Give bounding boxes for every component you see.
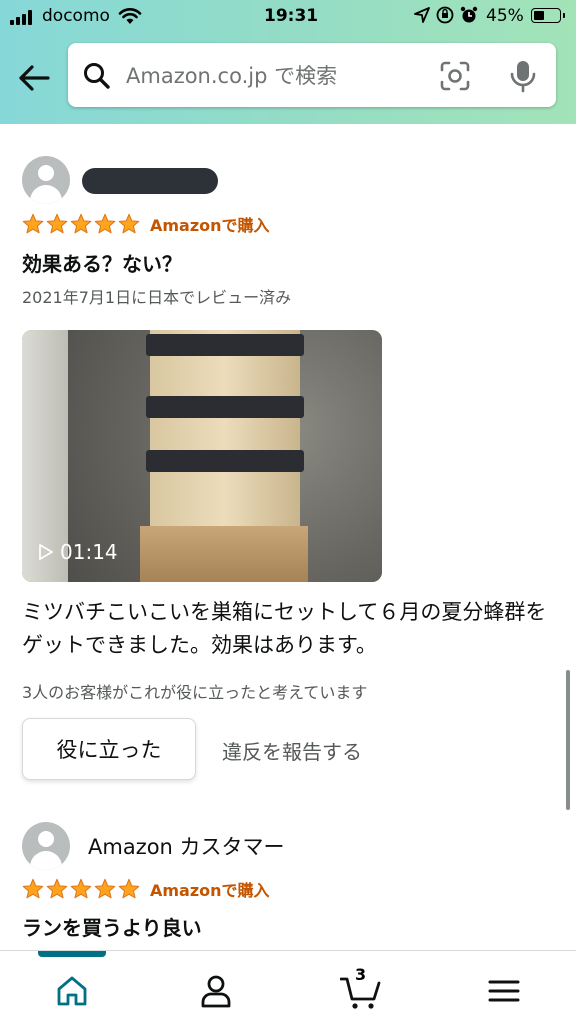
verified-purchase-badge: Amazonで購入 — [150, 216, 270, 235]
menu-icon[interactable] — [484, 971, 524, 1011]
star-icon — [70, 878, 92, 899]
cart-button[interactable]: 3 — [339, 965, 381, 1011]
helpful-button[interactable]: 役に立った — [22, 718, 196, 780]
verified-purchase-badge: Amazonで購入 — [150, 881, 270, 900]
star-rating: Amazonで購入 — [22, 212, 270, 236]
clock: 19:31 — [264, 6, 319, 26]
video-duration: 01:14 — [38, 540, 118, 564]
battery-percentage: 45% — [486, 6, 524, 26]
search-icon — [84, 63, 110, 89]
review-card: Amazon カスタマー Amazonで購入 ランを買うより良い — [22, 822, 562, 950]
scrollbar[interactable] — [566, 670, 570, 810]
search-input[interactable] — [124, 57, 428, 95]
carrier-label: docomo — [42, 6, 110, 26]
star-icon — [22, 213, 44, 234]
review-date: 2021年7月1日に日本でレビュー済み — [22, 288, 292, 307]
star-icon — [46, 878, 68, 899]
search-bar[interactable] — [68, 43, 556, 107]
star-icon — [94, 213, 116, 234]
camera-scan-icon[interactable] — [439, 60, 471, 92]
wifi-icon — [118, 8, 142, 24]
status-bar: docomo 19:31 45% — [0, 0, 576, 34]
active-tab-indicator — [38, 951, 106, 957]
star-icon — [118, 213, 140, 234]
bottom-navigation: 3 — [0, 950, 576, 1025]
report-abuse-link[interactable]: 違反を報告する — [222, 736, 362, 765]
account-icon[interactable] — [196, 971, 236, 1011]
location-icon — [414, 7, 430, 23]
cart-count-badge: 3 — [355, 965, 367, 984]
reviewer-name[interactable]: Amazon カスタマー — [88, 831, 285, 861]
avatar — [22, 156, 70, 204]
star-icon — [118, 878, 140, 899]
star-icon — [70, 213, 92, 234]
avatar — [22, 822, 70, 870]
review-card: Amazonで購入 効果ある？ない？ 2021年7月1日に日本でレビュー済み 0… — [22, 156, 562, 796]
signal-icon — [10, 9, 36, 25]
home-icon[interactable] — [52, 971, 92, 1011]
helpful-count: 3人のお客様がこれが役に立ったと考えています — [22, 683, 368, 702]
battery-icon — [531, 8, 565, 23]
alarm-icon — [460, 6, 478, 23]
review-title[interactable]: ランを買うより良い — [22, 912, 202, 941]
review-body: ミツバチこいこいを巣箱にセットして６月の夏分蜂群をゲットできました。効果はありま… — [22, 600, 547, 657]
app-header: docomo 19:31 45% — [0, 0, 576, 124]
star-icon — [46, 213, 68, 234]
play-icon — [39, 544, 53, 560]
back-arrow-icon[interactable] — [16, 60, 52, 96]
star-icon — [94, 878, 116, 899]
star-rating: Amazonで購入 — [22, 877, 270, 901]
star-icon — [22, 878, 44, 899]
orientation-lock-icon — [436, 6, 454, 24]
reviewer-name-redacted — [82, 168, 218, 194]
review-title[interactable]: 効果ある？ない？ — [22, 248, 182, 277]
microphone-icon[interactable] — [509, 59, 537, 93]
review-video[interactable]: 01:14 — [22, 330, 382, 582]
